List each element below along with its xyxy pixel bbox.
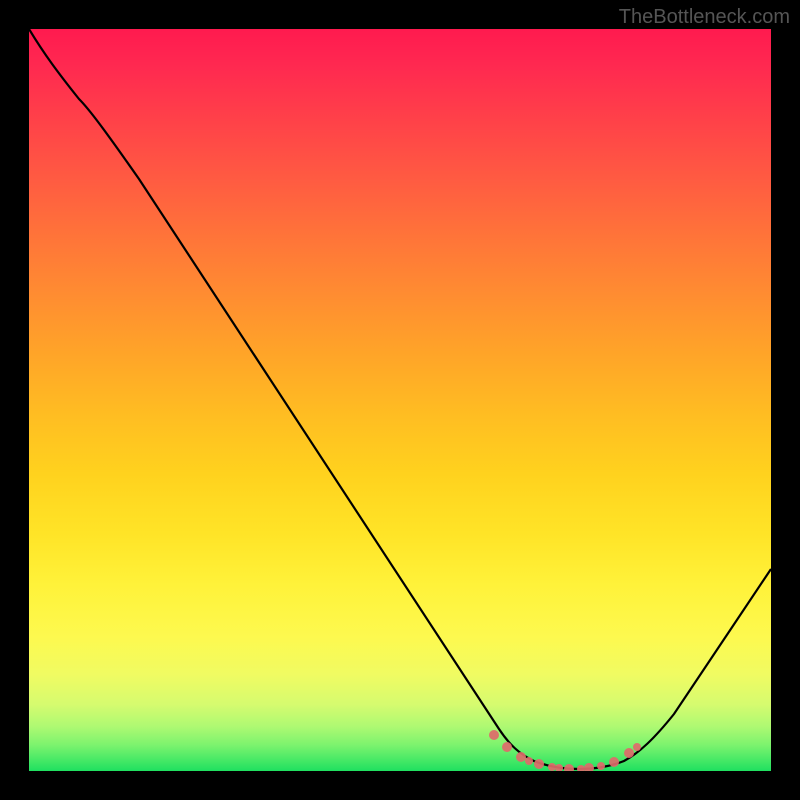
watermark-text: TheBottleneck.com xyxy=(619,6,790,29)
chart-plot-area xyxy=(29,29,771,771)
chart-svg xyxy=(29,29,771,771)
optimal-zone-dots xyxy=(489,730,641,771)
bottleneck-curve-path xyxy=(29,29,771,769)
